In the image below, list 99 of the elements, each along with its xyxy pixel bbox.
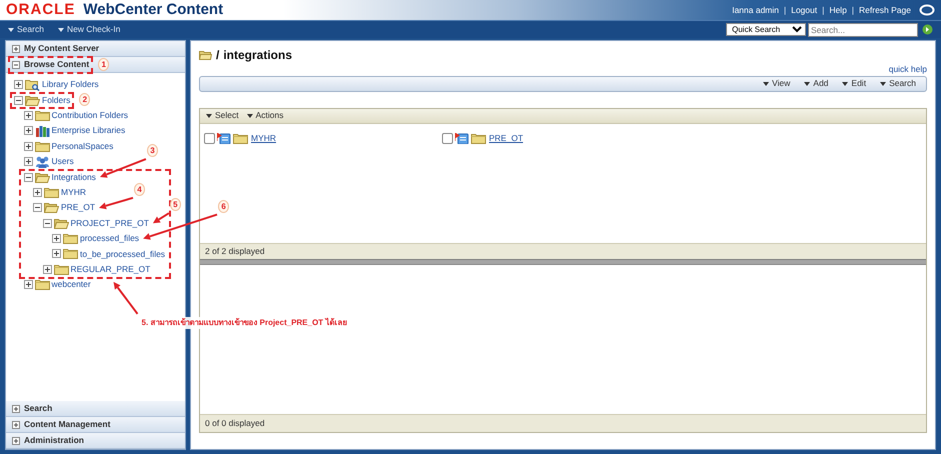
- product-title: WebCenter Content: [83, 0, 224, 20]
- quick-help-link[interactable]: quick help: [888, 63, 927, 76]
- collapse-toggle-icon[interactable]: [42, 218, 52, 228]
- collapse-toggle-icon[interactable]: [24, 172, 32, 182]
- open-folder-icon: [25, 94, 40, 106]
- annotation-arrow: [100, 158, 146, 178]
- header-link[interactable]: Refresh Page: [859, 4, 911, 16]
- caret-icon: [246, 114, 253, 118]
- toolbar-menu[interactable]: Edit: [842, 77, 866, 90]
- expand-toggle-icon[interactable]: [52, 234, 61, 244]
- caret-icon: [763, 82, 769, 86]
- annotation-arrow: [99, 196, 134, 210]
- link-separator: |: [784, 4, 786, 16]
- users-icon: [34, 156, 50, 168]
- tree-item[interactable]: webcenter: [52, 278, 91, 292]
- header-link[interactable]: Logout: [791, 4, 818, 16]
- search-field[interactable]: Search...: [808, 22, 918, 36]
- folder-icon: [34, 279, 50, 290]
- document-flag-icon: [455, 132, 469, 144]
- header-link[interactable]: Help: [829, 4, 847, 16]
- folder-icon: [34, 110, 50, 121]
- oracle-ring-icon[interactable]: [919, 4, 935, 16]
- link-separator: |: [852, 4, 854, 16]
- open-folder-icon: [44, 202, 59, 214]
- tree-item[interactable]: Contribution Folders: [52, 109, 128, 122]
- accordion-header[interactable]: Content Management: [6, 417, 185, 433]
- tree-item[interactable]: Library Folders: [42, 78, 99, 92]
- item-link[interactable]: PRE_OT: [489, 132, 524, 144]
- accordion-header[interactable]: Search: [6, 401, 185, 417]
- folder-icon: [233, 132, 248, 144]
- checkbox[interactable]: [204, 132, 215, 144]
- folder-icon: [471, 132, 486, 144]
- tree-item[interactable]: PROJECT_PRE_OT: [70, 216, 149, 230]
- toolbar-menu[interactable]: Add: [804, 77, 828, 90]
- books-icon: [34, 124, 50, 137]
- link-separator: |: [822, 4, 824, 16]
- tree-item[interactable]: MYHR: [61, 186, 86, 199]
- tree-item[interactable]: Folders: [42, 94, 70, 106]
- item-link[interactable]: MYHR: [251, 132, 276, 144]
- expand-toggle-icon[interactable]: [24, 280, 32, 290]
- header-link[interactable]: Ianna admin: [732, 4, 779, 16]
- grid-menu[interactable]: Actions: [246, 109, 284, 122]
- caret-icon: [8, 28, 14, 32]
- expand-icon: [12, 436, 20, 444]
- tree-item[interactable]: PRE_OT: [61, 201, 96, 214]
- tree-item[interactable]: to_be_processed_files: [80, 248, 166, 260]
- folder-search-icon: [25, 78, 40, 91]
- caret-icon: [880, 82, 886, 86]
- accordion-header[interactable]: Administration: [6, 433, 185, 449]
- folder-title: integrations: [223, 47, 292, 64]
- tree-item[interactable]: REGULAR_PRE_OT: [70, 263, 150, 276]
- expand-toggle-icon[interactable]: [24, 157, 32, 166]
- toolbar-menu[interactable]: Search: [880, 77, 916, 90]
- oracle-logo: ORACLE: [6, 0, 76, 20]
- tree-item[interactable]: processed_files: [80, 232, 140, 245]
- caret-icon: [58, 28, 64, 32]
- expand-icon: [12, 420, 20, 428]
- item-count: 0 of 0 displayed: [200, 414, 926, 432]
- collapse-icon: [12, 60, 20, 68]
- expand-toggle-icon[interactable]: [24, 126, 32, 136]
- accordion-header[interactable]: My Content Server: [6, 41, 185, 57]
- expand-icon: [12, 404, 20, 412]
- folder-icon: [63, 233, 78, 244]
- expand-toggle-icon[interactable]: [14, 80, 23, 90]
- caret-icon: [804, 82, 810, 86]
- folder-icon: [63, 248, 78, 260]
- tree-item[interactable]: PersonalSpaces: [52, 140, 114, 153]
- expand-toggle-icon[interactable]: [24, 110, 32, 120]
- open-folder-icon: [34, 172, 50, 183]
- quick-search-select[interactable]: Quick Search: [726, 23, 806, 36]
- caret-icon: [842, 82, 848, 86]
- nav-menu[interactable]: New Check-In: [58, 23, 120, 36]
- caret-icon: [206, 114, 212, 118]
- folder-icon: [34, 140, 50, 152]
- folder-icon: [44, 186, 59, 198]
- collapse-toggle-icon[interactable]: [14, 96, 23, 105]
- expand-toggle-icon[interactable]: [24, 142, 32, 151]
- expand-toggle-icon[interactable]: [33, 188, 42, 197]
- folder-icon: [54, 264, 68, 275]
- path-separator: /: [216, 47, 220, 64]
- expand-icon: [12, 44, 20, 52]
- expand-toggle-icon[interactable]: [52, 249, 61, 258]
- tree-item[interactable]: Users: [52, 155, 74, 168]
- collapse-toggle-icon[interactable]: [33, 203, 42, 212]
- tree-item[interactable]: Enterprise Libraries: [52, 124, 126, 138]
- go-icon[interactable]: [922, 24, 933, 35]
- toolbar-menu[interactable]: View: [763, 77, 790, 90]
- open-folder-icon: [54, 218, 68, 229]
- expand-toggle-icon[interactable]: [42, 264, 52, 274]
- document-flag-icon: [217, 132, 231, 144]
- annotation-note: 5. สามารถเข้าตามแบบทางเข้าของ Project_PRE_OT ได้เลย: [140, 316, 350, 329]
- tree-item[interactable]: Integrations: [52, 170, 96, 184]
- annotation-arrow: [114, 282, 138, 314]
- nav-menu[interactable]: Search: [8, 23, 44, 36]
- checkbox[interactable]: [442, 132, 453, 144]
- item-count: 2 of 2 displayed: [200, 242, 926, 259]
- folder-icon: [199, 50, 212, 60]
- grid-menu[interactable]: Select: [206, 109, 239, 122]
- dashed-highlight-box: [10, 92, 74, 110]
